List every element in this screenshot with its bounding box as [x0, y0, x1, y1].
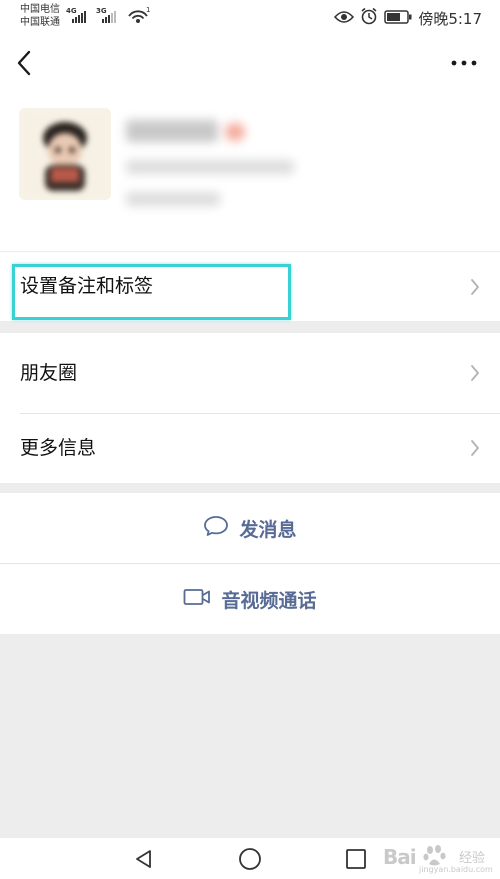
profile-region-redacted — [126, 192, 220, 206]
recents-square-icon — [346, 848, 366, 869]
back-button[interactable] — [10, 46, 40, 80]
send-message-label: 发消息 — [239, 518, 297, 541]
video-call-label: 音视频通话 — [221, 589, 317, 612]
carrier-2: 中国联通 — [20, 17, 60, 28]
back-chevron-icon — [17, 50, 31, 76]
system-home-button[interactable] — [228, 838, 272, 879]
chevron-right-icon — [470, 364, 480, 386]
send-message-button[interactable]: 发消息 — [0, 493, 500, 563]
moments-row[interactable]: 朋友圈 — [0, 333, 500, 413]
menu-item-label: 更多信息 — [20, 437, 97, 459]
avatar[interactable] — [19, 108, 111, 200]
remarks-group: 设置备注和标签 — [0, 252, 500, 321]
eye-icon — [334, 9, 355, 28]
svg-text:1: 1 — [146, 6, 150, 14]
video-call-button[interactable]: 音视频通话 — [0, 564, 500, 634]
wifi-icon: 1 — [127, 6, 151, 30]
system-back-button[interactable] — [122, 838, 166, 879]
carrier-labels: 中国电信 中国联通 — [20, 3, 60, 29]
menu-item-label: 设置备注和标签 — [20, 275, 154, 297]
system-navigation-bar — [0, 838, 500, 879]
navigation-bar — [0, 36, 500, 90]
more-info-row[interactable]: 更多信息 — [0, 413, 500, 483]
profile-name-redacted — [126, 120, 218, 142]
info-group: 朋友圈 更多信息 — [0, 333, 500, 483]
alarm-icon — [360, 7, 378, 29]
battery-icon — [384, 9, 412, 28]
profile-header — [0, 90, 500, 251]
video-camera-icon — [183, 587, 211, 611]
back-triangle-icon — [136, 849, 151, 868]
carrier-1: 中国电信 — [20, 4, 60, 15]
more-button[interactable] — [446, 50, 482, 76]
status-bar: 中国电信 中国联通 4G 3G 1 傍晚5:17 — [0, 0, 500, 36]
more-dots-icon — [451, 60, 477, 66]
system-recents-button[interactable] — [334, 838, 378, 879]
menu-item-label: 朋友圈 — [20, 362, 78, 384]
chevron-right-icon — [470, 278, 480, 300]
gender-badge-redacted — [225, 123, 245, 141]
chevron-right-icon — [470, 439, 480, 461]
set-remarks-and-tags-row[interactable]: 设置备注和标签 — [0, 252, 500, 321]
home-circle-icon — [239, 847, 261, 870]
profile-id-redacted — [126, 160, 294, 174]
status-time: 傍晚5:17 — [418, 9, 482, 28]
chat-bubble-icon — [203, 514, 229, 542]
